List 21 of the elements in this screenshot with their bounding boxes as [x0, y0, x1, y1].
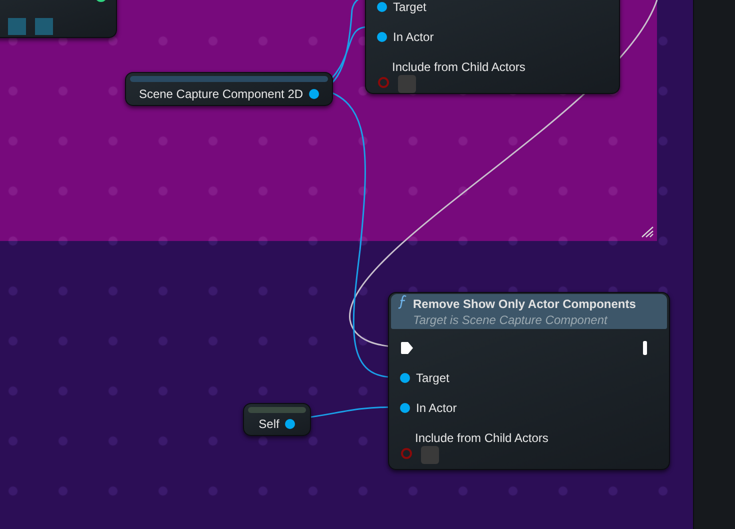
- resize-grip-icon[interactable]: [641, 226, 654, 238]
- pin-label: In Actor: [393, 30, 434, 44]
- pin-icon[interactable]: [377, 2, 387, 12]
- pin-label: Target: [416, 371, 450, 385]
- node-subtitle: Target is Scene Capture Component: [413, 312, 609, 328]
- pin-label: Include from Child Actors: [415, 430, 550, 446]
- pin-label: Target: [393, 0, 426, 14]
- pin-icon[interactable]: [309, 88, 320, 98]
- pin-icon[interactable]: [285, 419, 296, 429]
- node-label: Self: [258, 417, 280, 431]
- node-label: Scene Capture Component 2D: [138, 86, 304, 100]
- exec-pin-icon[interactable]: [400, 341, 414, 355]
- pin-label: In Actor: [416, 401, 457, 415]
- pin-icon[interactable]: [377, 32, 387, 42]
- pin-icon[interactable]: [400, 373, 410, 383]
- checkbox[interactable]: [421, 446, 439, 464]
- pin-label: Include from Child Actors: [392, 59, 526, 75]
- node-title: Remove Show Only Actor Components: [413, 296, 637, 312]
- checkbox[interactable]: [398, 75, 416, 93]
- function-icon: [398, 295, 406, 309]
- pin-icon[interactable]: [400, 403, 410, 413]
